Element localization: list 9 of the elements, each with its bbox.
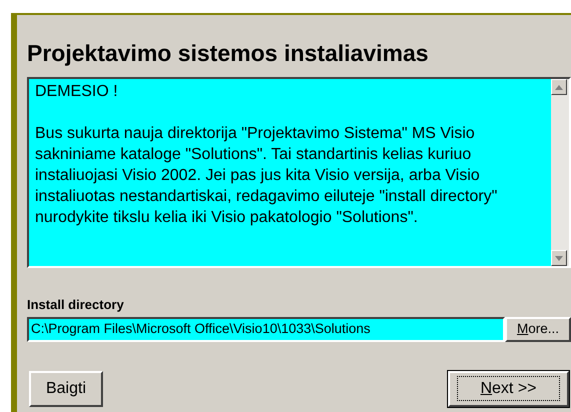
dialog-button[interactable]: Baigti [29,370,103,406]
more-button[interactable]: More... [505,316,571,342]
notice-paragraph: DEMESIO ! [35,82,119,102]
scrollbar[interactable] [551,79,569,266]
dialog-button[interactable]: Next >> [448,370,569,406]
dialog-title: Projektavimo sistemos instaliavimas [27,39,430,67]
install-directory-label: Install directory [27,296,125,314]
notice-paragraph: Bus sukurta nauja direktorija "Projektavimo Sistema" MS Visio sakniniame kataloge "Solutions". Tai standartinis kelias kuriuo instaliuojasi Visio 2002. Jei pas jus kita Visio versija, arba Visio instaliuotas nestandartiskai, redagavimo eiluteje "install directory" nurodykite tikslu kelia iki Visio pakatologio "Solutions". [35,124,498,228]
install-directory-field[interactable]: C:\Program Files\Microsoft Office\Visio10\1033\Solutions [27,316,505,342]
